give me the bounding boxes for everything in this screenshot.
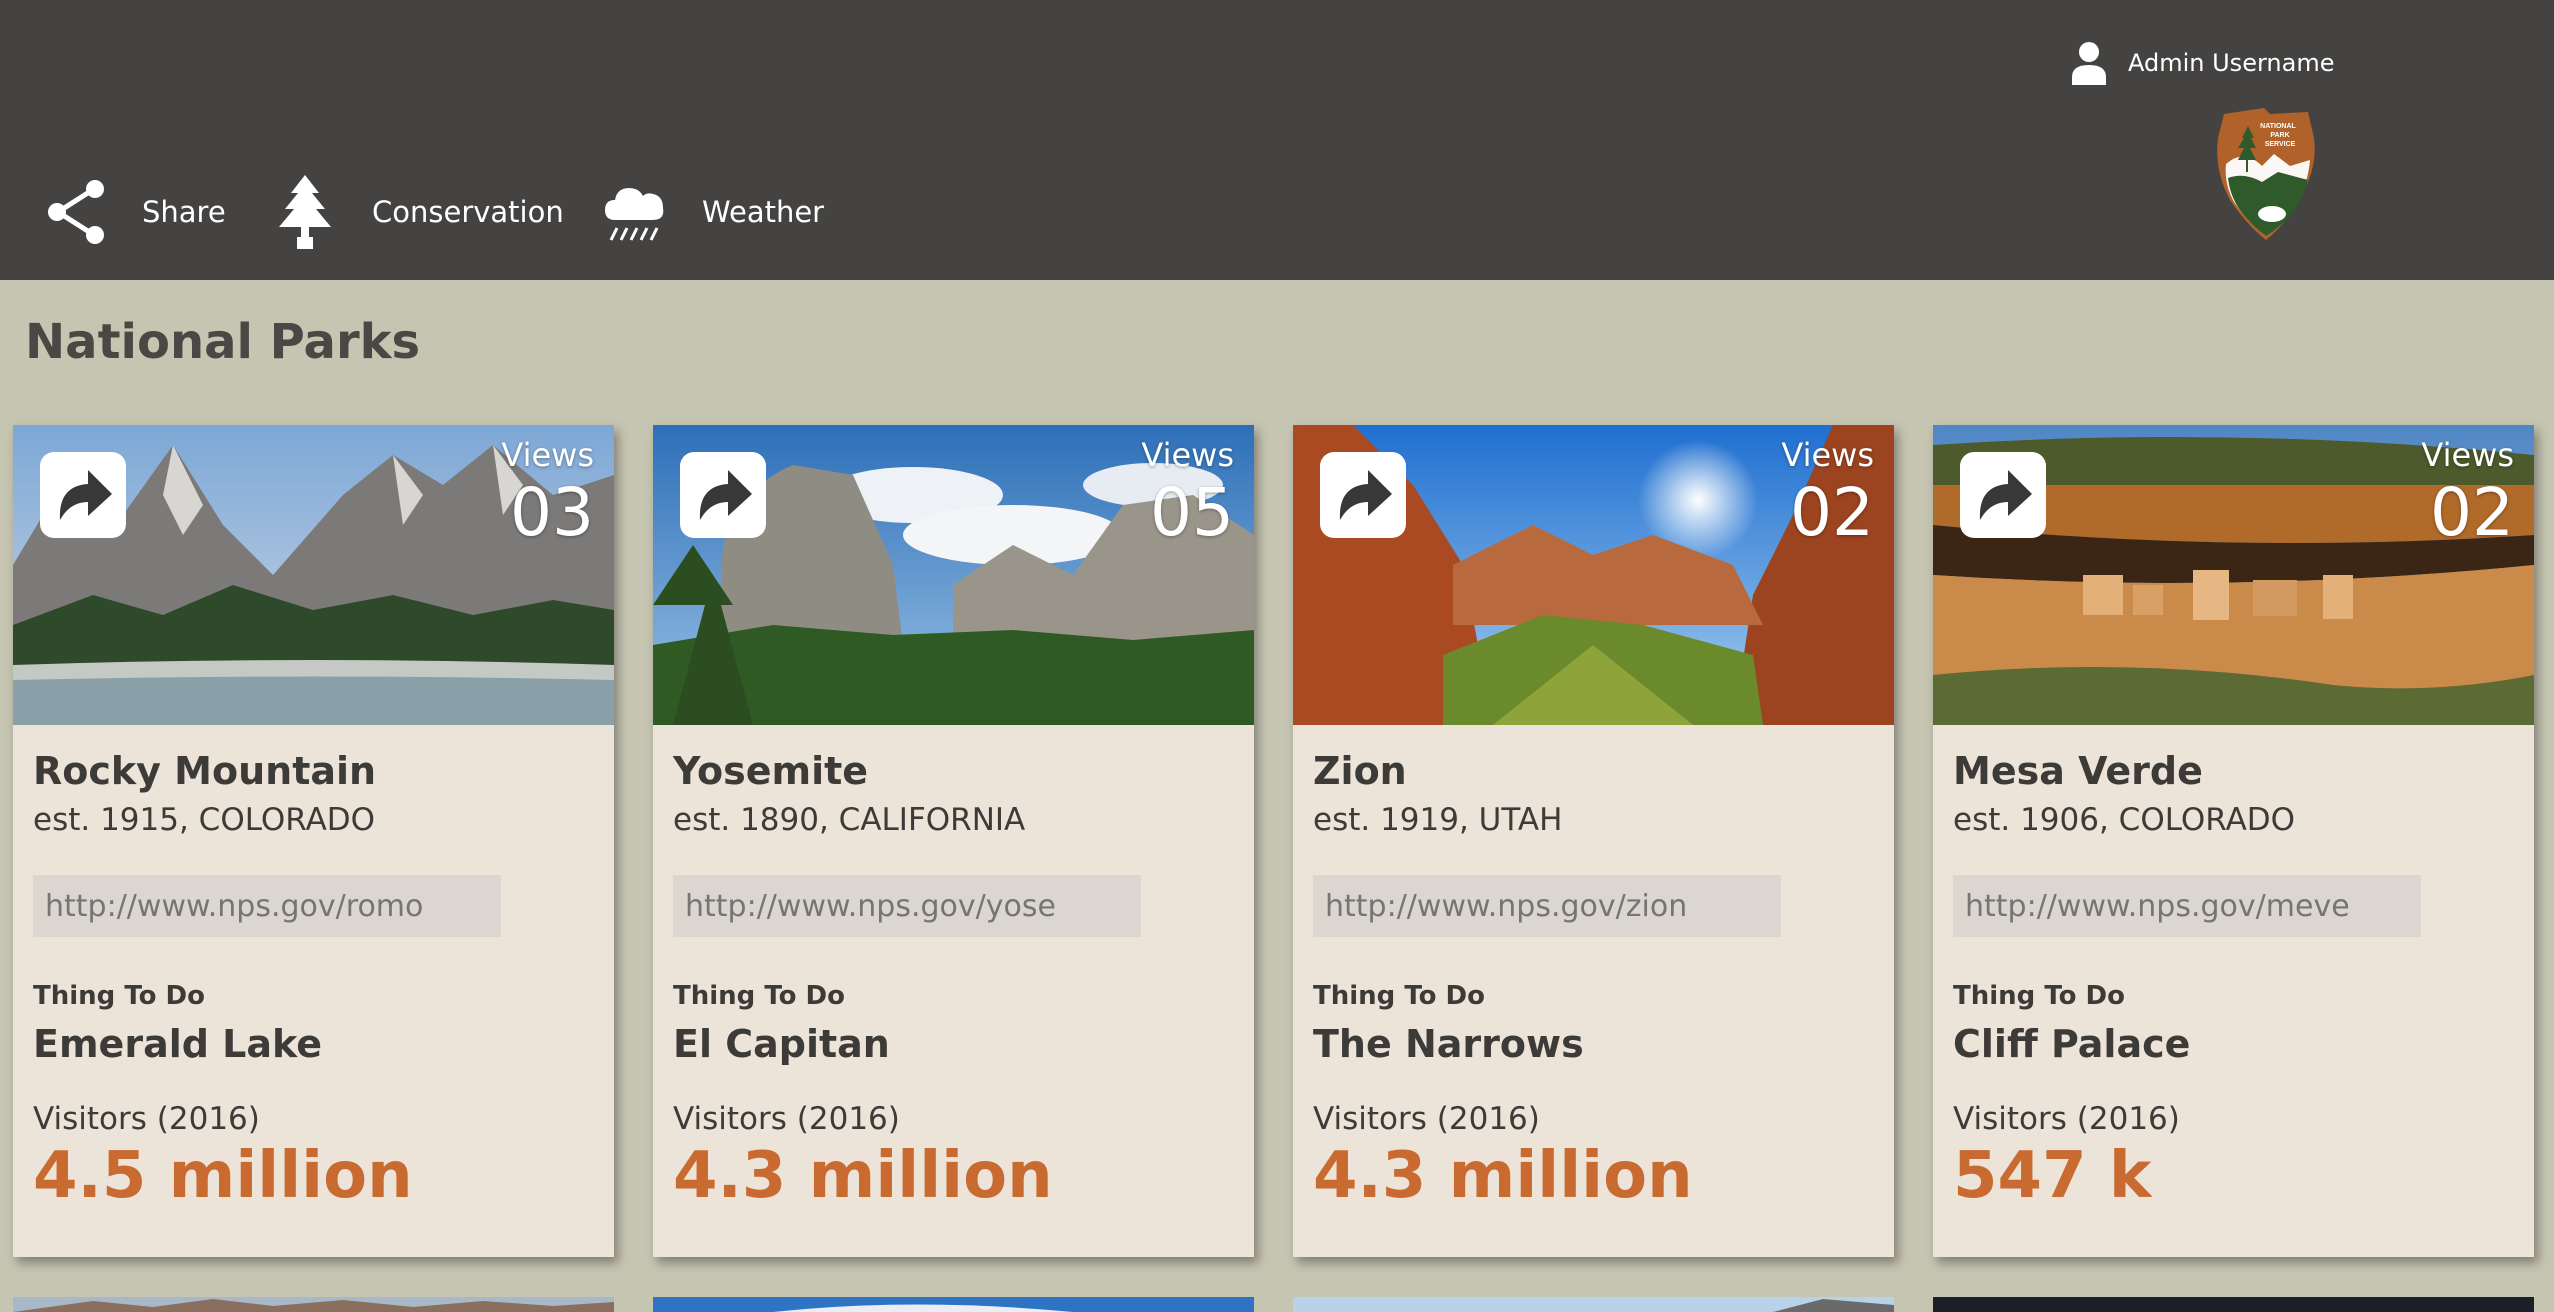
user-menu[interactable]: Admin Username xyxy=(2070,38,2334,88)
nav-conservation-label: Conservation xyxy=(372,195,564,229)
park-established: est. 1890, CALIFORNIA xyxy=(673,802,1026,838)
views-label: Views xyxy=(2421,436,2514,474)
card-share-button[interactable] xyxy=(1960,452,2046,538)
park-photo: Views 02 xyxy=(1293,425,1894,725)
visitors-label: Visitors (2016) xyxy=(673,1101,900,1137)
thing-to-do-label: Thing To Do xyxy=(1953,981,2125,1011)
thing-to-do-value: Emerald Lake xyxy=(33,1022,323,1066)
views-counter: Views 05 xyxy=(1141,435,1234,551)
views-count: 05 xyxy=(1150,474,1234,551)
park-photo: Views 05 xyxy=(653,425,1254,725)
share-arrow-icon xyxy=(699,470,752,520)
park-established: est. 1906, COLORADO xyxy=(1953,802,2296,838)
views-label: Views xyxy=(1141,436,1234,474)
nav-conservation[interactable]: Conservation xyxy=(272,170,602,254)
visitors-label: Visitors (2016) xyxy=(1313,1101,1540,1137)
visitors-label: Visitors (2016) xyxy=(1953,1101,2180,1137)
user-icon xyxy=(2072,42,2106,85)
nav-share[interactable]: Share xyxy=(42,170,272,254)
views-label: Views xyxy=(501,436,594,474)
logo-text-2: PARK xyxy=(2270,132,2289,139)
visitors-value: 4.3 million xyxy=(1313,1139,1693,1213)
username-label: Admin Username xyxy=(2128,49,2335,77)
thing-to-do-value: The Narrows xyxy=(1313,1022,1584,1066)
card-share-button[interactable] xyxy=(40,452,126,538)
page-title: National Parks xyxy=(25,314,421,370)
park-card[interactable]: Views 03 Rocky Mountain est. 1915, COLOR… xyxy=(13,425,614,1257)
share-arrow-icon xyxy=(1339,470,1392,520)
park-card-peek[interactable] xyxy=(1293,1297,1894,1312)
park-card-peek[interactable] xyxy=(13,1297,614,1312)
visitors-value: 4.3 million xyxy=(673,1139,1053,1213)
share-arrow-icon xyxy=(1979,470,2032,520)
park-card-grid: Views 03 Rocky Mountain est. 1915, COLOR… xyxy=(13,425,2534,1257)
views-label: Views xyxy=(1781,436,1874,474)
park-established: est. 1915, COLORADO xyxy=(33,802,376,838)
thing-to-do-label: Thing To Do xyxy=(33,981,205,1011)
top-header: Admin Username NATIONAL PARK SERVICE Sha… xyxy=(0,0,2554,280)
thing-to-do-label: Thing To Do xyxy=(1313,981,1485,1011)
tree-icon xyxy=(272,170,338,254)
park-card-peek[interactable] xyxy=(1933,1297,2534,1312)
park-card[interactable]: Views 02 Zion est. 1919, UTAH Thing To D… xyxy=(1293,425,1894,1257)
park-card-grid-row-2 xyxy=(13,1297,2534,1312)
park-photo: Views 03 xyxy=(13,425,614,725)
nav-weather[interactable]: Weather xyxy=(602,170,824,254)
park-photo: Views 02 xyxy=(1933,425,2534,725)
views-counter: Views 02 xyxy=(2421,435,2514,551)
park-url-field[interactable] xyxy=(673,875,1141,937)
logo-text-1: NATIONAL xyxy=(2260,123,2296,130)
thing-to-do-value: Cliff Palace xyxy=(1953,1022,2191,1066)
card-share-button[interactable] xyxy=(680,452,766,538)
park-name[interactable]: Mesa Verde xyxy=(1953,747,2514,795)
park-url-field[interactable] xyxy=(1313,875,1781,937)
views-count: 03 xyxy=(510,474,594,551)
share-icon xyxy=(42,170,112,254)
park-established: est. 1919, UTAH xyxy=(1313,802,1563,838)
park-url-field[interactable] xyxy=(33,875,501,937)
park-name[interactable]: Rocky Mountain xyxy=(33,747,594,795)
visitors-value: 547 k xyxy=(1953,1139,2152,1213)
nps-logo: NATIONAL PARK SERVICE xyxy=(2217,108,2315,240)
visitors-value: 4.5 million xyxy=(33,1139,413,1213)
card-share-button[interactable] xyxy=(1320,452,1406,538)
views-counter: Views 02 xyxy=(1781,435,1874,551)
views-counter: Views 03 xyxy=(501,435,594,551)
park-name[interactable]: Yosemite xyxy=(673,747,1234,795)
logo-text-3: SERVICE xyxy=(2265,141,2296,148)
nav-weather-label: Weather xyxy=(702,195,825,229)
thing-to-do-label: Thing To Do xyxy=(673,981,845,1011)
weather-cloud-rain-icon xyxy=(602,170,668,254)
views-count: 02 xyxy=(1790,474,1874,551)
views-count: 02 xyxy=(2430,474,2514,551)
park-url-field[interactable] xyxy=(1953,875,2421,937)
visitors-label: Visitors (2016) xyxy=(33,1101,260,1137)
park-card[interactable]: Views 02 Mesa Verde est. 1906, COLORADO … xyxy=(1933,425,2534,1257)
nav-share-label: Share xyxy=(142,195,226,229)
park-card-peek[interactable] xyxy=(653,1297,1254,1312)
park-name[interactable]: Zion xyxy=(1313,747,1874,795)
thing-to-do-value: El Capitan xyxy=(673,1022,890,1066)
park-card[interactable]: Views 05 Yosemite est. 1890, CALIFORNIA … xyxy=(653,425,1254,1257)
share-arrow-icon xyxy=(59,470,112,520)
main-nav: Share Conservation Weather xyxy=(42,170,824,254)
